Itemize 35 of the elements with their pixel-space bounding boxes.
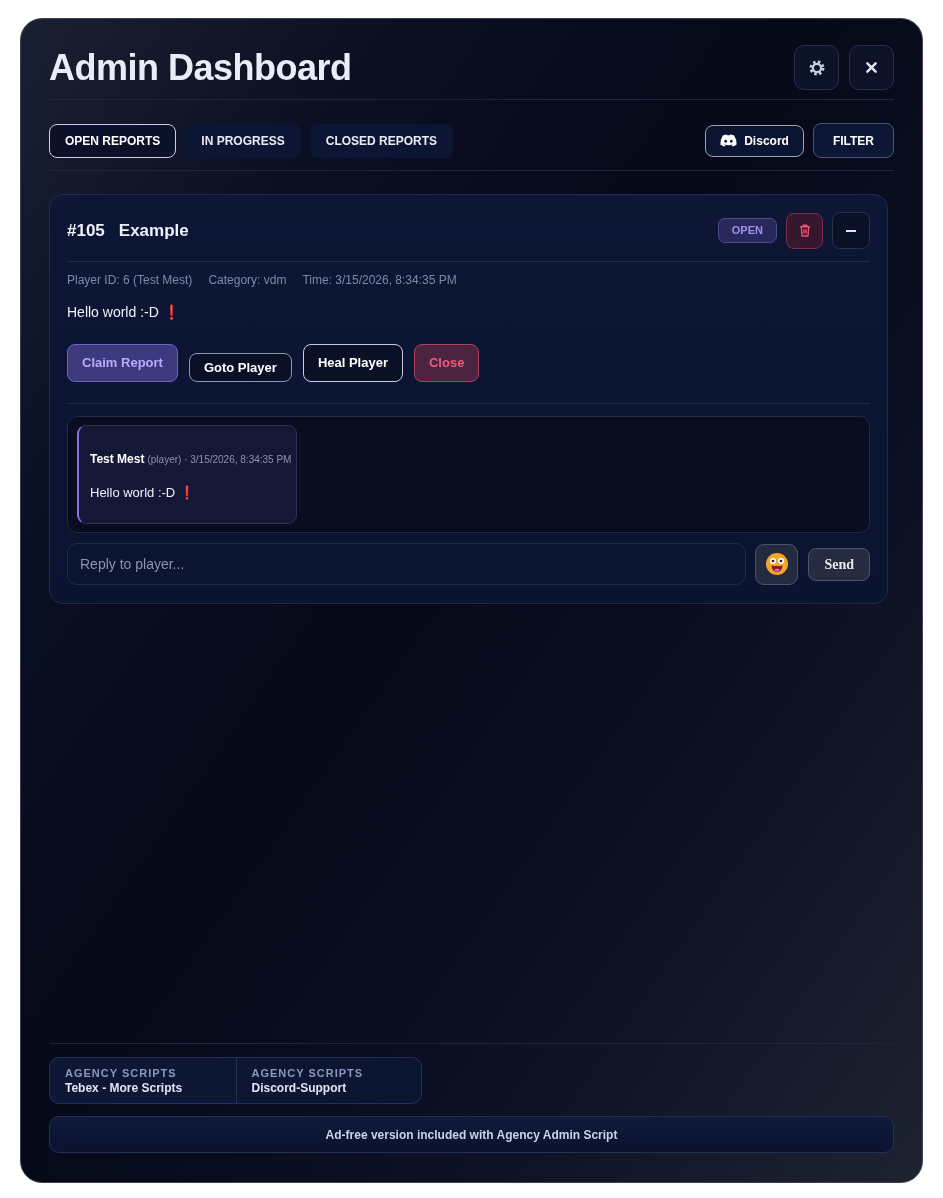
report-number: #105 bbox=[67, 219, 105, 242]
filter-button[interactable]: FILTER bbox=[812, 123, 894, 158]
report-message: Hello world :-D ❗ bbox=[67, 303, 181, 322]
footer-link[interactable]: AGENCY SCRIPTS Tebex - More Scripts bbox=[50, 1058, 236, 1103]
report-tab[interactable]: IN PROGRESS bbox=[185, 123, 301, 158]
action-button[interactable]: Close bbox=[414, 344, 480, 382]
notice-bar: Ad-free version included with Agency Admin Script bbox=[49, 1116, 894, 1153]
settings-icon bbox=[807, 58, 826, 77]
report-title: Example bbox=[118, 219, 189, 242]
reply-field[interactable]: Reply to player... bbox=[67, 543, 747, 585]
report-tab[interactable]: CLOSED REPORTS bbox=[309, 123, 454, 158]
emoji-button[interactable] bbox=[755, 543, 799, 585]
delete-button[interactable] bbox=[786, 212, 823, 249]
action-button[interactable]: Goto Player bbox=[188, 353, 292, 382]
report-tab[interactable]: OPEN REPORTS bbox=[49, 123, 177, 158]
trash-icon bbox=[798, 224, 811, 237]
close-icon bbox=[866, 62, 877, 73]
action-button[interactable]: Claim Report bbox=[67, 344, 178, 382]
minus-icon bbox=[846, 229, 856, 232]
report-meta: Time: 3/15/2026, 8:34:35 PM bbox=[302, 272, 457, 288]
footer-link[interactable]: AGENCY SCRIPTS Discord-Support bbox=[235, 1058, 421, 1103]
window-title: Admin Dashboard bbox=[49, 46, 352, 90]
discord-button[interactable]: Discord bbox=[705, 124, 804, 157]
chat-meta: (player) · 3/15/2026, 8:34:35 PM bbox=[147, 453, 292, 467]
discord-logo-icon bbox=[720, 134, 738, 147]
action-button[interactable]: Heal Player bbox=[302, 344, 403, 382]
chat-author: Test Mest bbox=[90, 451, 145, 468]
send-button[interactable]: Send bbox=[808, 547, 870, 581]
smiley-face-icon bbox=[765, 553, 788, 575]
status-badge: OPEN bbox=[717, 218, 777, 243]
settings-button[interactable] bbox=[794, 45, 839, 90]
report-meta: Player ID: 6 (Test Mest) bbox=[67, 272, 193, 288]
report-meta: Category: vdm bbox=[208, 272, 287, 288]
close-button[interactable] bbox=[849, 45, 894, 90]
chat-message: Hello world :-D ❗ bbox=[90, 484, 196, 502]
